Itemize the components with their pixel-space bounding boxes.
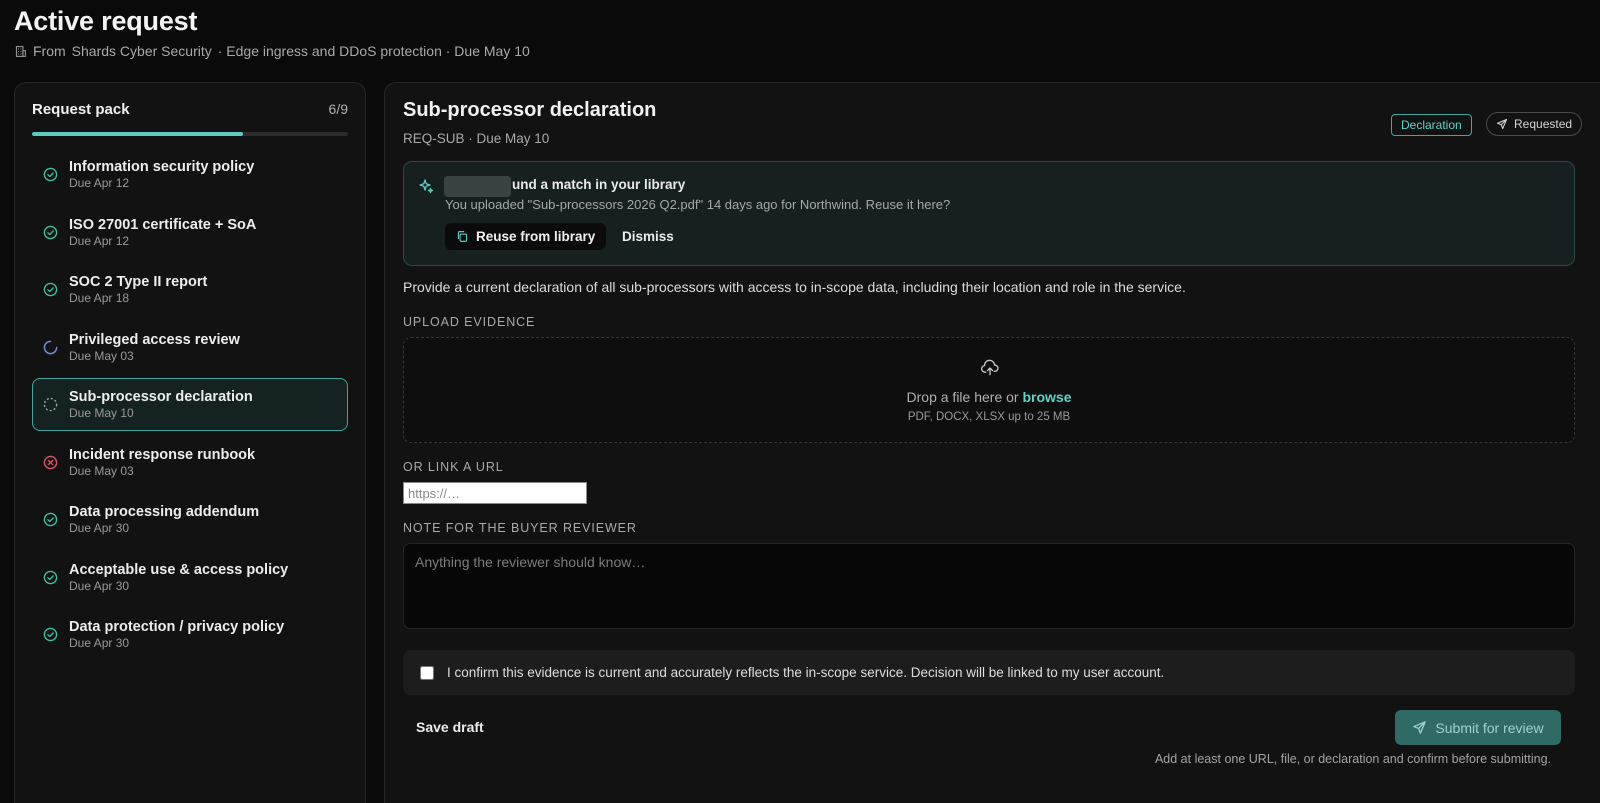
check-circle-icon — [43, 512, 58, 527]
page-title: Active request — [14, 6, 198, 36]
sidebar-item-due: Due Apr 12 — [69, 176, 130, 190]
sidebar-count: 6/9 — [328, 101, 348, 117]
sidebar-item-label: Data protection / privacy policy — [69, 619, 285, 635]
sidebar-item[interactable]: ISO 27001 certificate + SoA Due Apr 12 — [32, 206, 348, 259]
check-circle-icon — [43, 282, 58, 297]
reviewer-note-textarea[interactable] — [403, 543, 1575, 629]
status-icon — [43, 397, 58, 412]
sidebar-title: Request pack — [32, 100, 130, 118]
request-title: Sub-processor declaration — [403, 99, 657, 121]
check-circle-icon — [43, 627, 58, 642]
send-icon — [1496, 118, 1508, 130]
library-match-card: und a match in your library You uploaded… — [403, 161, 1575, 266]
match-title: und a match in your library — [512, 177, 686, 192]
request-subtitle: REQ-SUB · Due May 10 — [403, 131, 550, 146]
pack-progress-bar — [32, 132, 348, 136]
sidebar-item-label: Incident response runbook — [69, 446, 256, 463]
upload-evidence-label: UPLOAD EVIDENCE — [403, 315, 536, 329]
request-meta: From Shards Cyber Security · Edge ingres… — [14, 43, 530, 59]
sidebar-item-due: Due May 03 — [69, 348, 134, 363]
submit-for-review-button[interactable]: Submit for review — [1395, 710, 1561, 745]
sidebar-item-label: SOC 2 Type II report — [69, 274, 208, 290]
status-icon — [43, 570, 58, 585]
save-draft-button[interactable]: Save draft — [416, 719, 484, 735]
sidebar-item-label: Acceptable use & access policy — [69, 561, 289, 578]
check-circle-icon — [43, 225, 58, 239]
check-circle-icon — [43, 570, 58, 584]
sidebar-item-label: Privileged access review — [69, 331, 240, 348]
status-badge: Requested — [1486, 112, 1583, 136]
dismiss-button[interactable]: Dismiss — [622, 229, 674, 244]
sidebar-item[interactable]: SOC 2 Type II report Due Apr 18 — [32, 263, 348, 316]
from-label: From — [33, 43, 66, 59]
upload-cloud-icon — [981, 359, 999, 376]
reuse-button-label: Reuse from library — [476, 229, 596, 244]
sidebar-item[interactable]: Acceptable use & access policy Due Apr 3… — [32, 551, 348, 604]
sidebar-item-due: Due Apr 30 — [69, 578, 130, 593]
loading-icon — [43, 340, 58, 354]
sidebar-item[interactable]: Incident response runbook Due May 03 — [32, 436, 348, 489]
status-icon — [43, 225, 58, 240]
confirm-text: I confirm this evidence is current and a… — [447, 665, 1165, 680]
pending-icon — [43, 397, 58, 412]
redacted-text — [444, 176, 511, 197]
status-icon — [43, 340, 58, 355]
building-icon — [15, 45, 26, 57]
page-header: Active request From Shards Cyber Securit… — [14, 6, 530, 59]
sidebar-item-due: Due Apr 30 — [69, 636, 130, 650]
submit-helper-text: Add at least one URL, file, or declarati… — [1154, 752, 1551, 766]
sidebar-item-due: Due Apr 18 — [69, 291, 130, 305]
sidebar-item-label: ISO 27001 certificate + SoA — [69, 216, 257, 233]
status-icon — [43, 627, 58, 642]
status-icon — [43, 455, 58, 470]
sidebar-item[interactable]: Sub-processor declaration Due May 10 — [32, 378, 348, 431]
request-detail-panel: Sub-processor declaration REQ-SUB · Due … — [384, 82, 1600, 803]
sidebar-item-due: Due May 10 — [69, 406, 134, 420]
url-input[interactable] — [403, 482, 587, 504]
send-icon — [1413, 721, 1427, 734]
sidebar-item[interactable]: Data protection / privacy policy Due Apr… — [32, 608, 348, 661]
request-item-list: Information security policy Due Apr 12 I… — [32, 148, 348, 661]
file-type-hint: PDF, DOCX, XLSX up to 25 MB — [907, 411, 1071, 423]
file-dropzone[interactable]: Drop a file here or browse PDF, DOCX, XL… — [403, 337, 1575, 443]
match-description: You uploaded "Sub-processors 2026 Q2.pdf… — [445, 197, 951, 212]
confirm-checkbox[interactable] — [420, 665, 434, 680]
status-badge-label: Requested — [1514, 117, 1573, 131]
request-pack-sidebar: Request pack 6/9 Information security po… — [14, 82, 366, 803]
status-icon — [43, 512, 58, 527]
x-circle-icon — [43, 455, 58, 469]
reuse-from-library-button[interactable]: Reuse from library — [445, 223, 607, 250]
drop-instruction: Drop a file here or — [906, 389, 1019, 405]
sidebar-item[interactable]: Privileged access review Due May 03 — [32, 321, 348, 374]
browse-link[interactable]: browse — [1022, 389, 1071, 405]
vendor-name: Shards Cyber Security — [71, 43, 212, 59]
request-scope: · Edge ingress and DDoS protection · Due… — [217, 43, 530, 59]
dropzone-text: Drop a file here or browse — [404, 389, 1574, 405]
note-label: NOTE FOR THE BUYER REVIEWER — [403, 521, 637, 535]
request-instructions: Provide a current declaration of all sub… — [403, 279, 1186, 295]
pack-progress-fill — [32, 132, 243, 136]
status-icon — [43, 167, 58, 182]
sidebar-item[interactable]: Information security policy Due Apr 12 — [32, 148, 348, 201]
status-icon — [43, 282, 58, 297]
sidebar-item-due: Due May 03 — [69, 463, 134, 478]
url-label: OR LINK A URL — [403, 460, 504, 474]
sidebar-item-label: Data processing addendum — [69, 504, 260, 520]
sidebar-item[interactable]: Data processing addendum Due Apr 30 — [32, 493, 348, 546]
check-circle-icon — [43, 167, 58, 182]
sidebar-item-due: Due Apr 30 — [69, 521, 130, 535]
copy-icon — [457, 231, 468, 242]
sidebar-item-label: Sub-processor declaration — [69, 389, 253, 405]
confirmation-row: I confirm this evidence is current and a… — [403, 650, 1575, 695]
sparkle-icon — [419, 179, 434, 194]
sidebar-item-due: Due Apr 12 — [69, 233, 130, 248]
type-badge: Declaration — [1391, 114, 1472, 136]
submit-button-label: Submit for review — [1435, 719, 1544, 736]
sidebar-item-label: Information security policy — [69, 159, 255, 175]
